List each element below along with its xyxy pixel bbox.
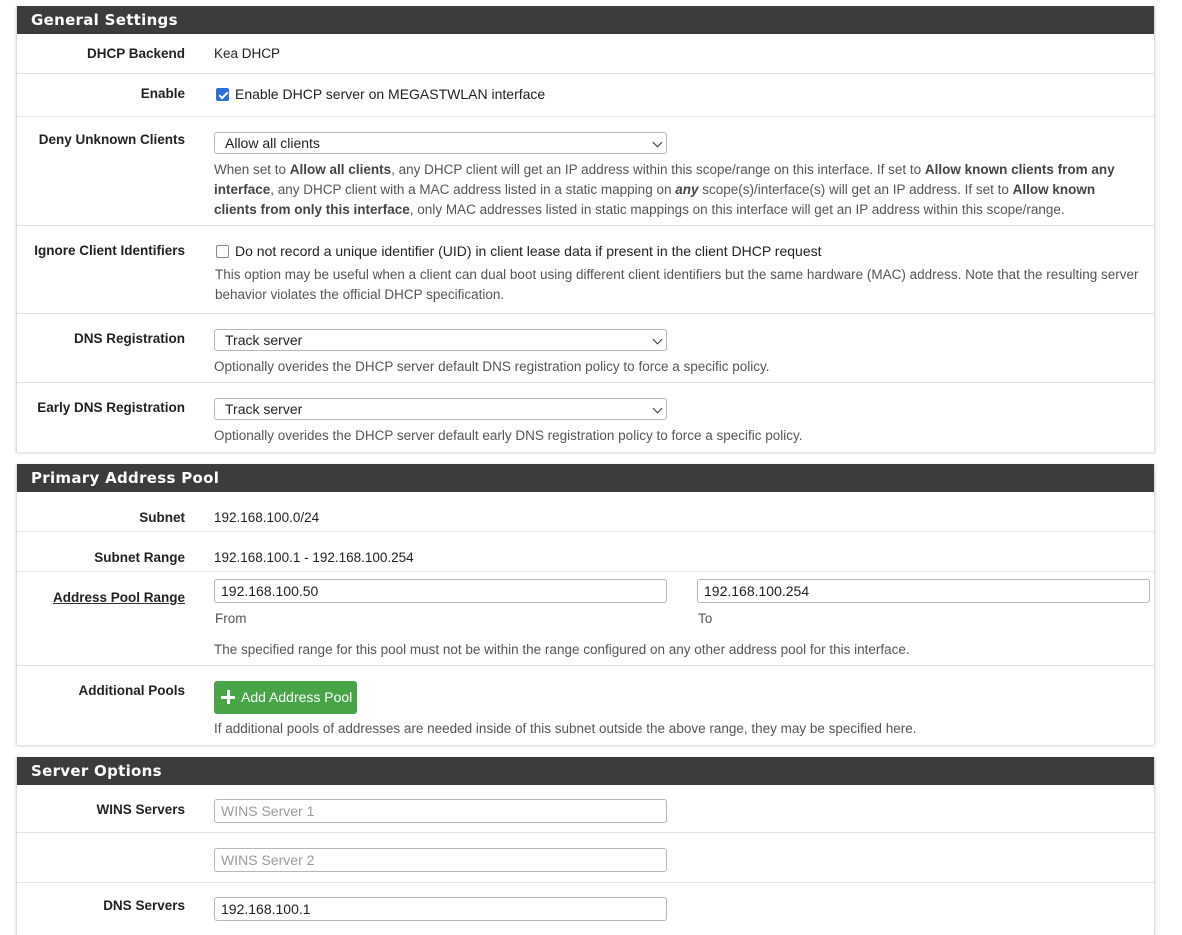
- wins-server-2-input[interactable]: WINS Server 2: [214, 848, 667, 872]
- ignore-uid-checkbox-label[interactable]: Do not record a unique identifier (UID) …: [235, 243, 822, 259]
- chevron-down-icon: [652, 137, 663, 148]
- subnet-label: Subnet: [139, 510, 185, 525]
- additional-pools-label: Additional Pools: [78, 683, 186, 698]
- server-options-panel: Server Options WINS Servers WINS Server …: [16, 757, 1155, 935]
- additional-pools-help: If additional pools of addresses are nee…: [214, 721, 917, 736]
- chevron-down-icon: [652, 334, 663, 345]
- address-pool-range-label[interactable]: Address Pool Range: [53, 590, 185, 605]
- dns-servers-label: DNS Servers: [103, 898, 185, 913]
- row-dhcp-backend: DHCP Backend Kea DHCP: [17, 34, 1154, 74]
- server-options-heading: Server Options: [17, 757, 1154, 785]
- row-early-dns-registration: Early DNS Registration Track server Opti…: [17, 383, 1154, 451]
- plus-icon: [221, 690, 235, 704]
- dns-server-1-input[interactable]: 192.168.100.1: [214, 897, 667, 921]
- general-settings-heading: General Settings: [17, 6, 1154, 34]
- dns-registration-select[interactable]: Track server: [214, 329, 667, 351]
- enable-label: Enable: [140, 86, 185, 101]
- enable-checkbox[interactable]: [216, 88, 229, 101]
- dhcp-backend-label: DHCP Backend: [86, 46, 185, 61]
- subnet-value: 192.168.100.0/24: [214, 510, 320, 525]
- row-subnet-range: Subnet Range 192.168.100.1 - 192.168.100…: [17, 532, 1154, 572]
- pool-range-from-label: From: [215, 611, 247, 626]
- pool-range-from-input[interactable]: 192.168.100.50: [214, 579, 667, 603]
- row-additional-pools: Additional Pools Add Address Pool If add…: [17, 666, 1154, 745]
- subnet-range-value: 192.168.100.1 - 192.168.100.254: [214, 550, 414, 565]
- subnet-range-label: Subnet Range: [94, 550, 185, 565]
- deny-unknown-help: When set to Allow all clients, any DHCP …: [214, 162, 1115, 217]
- deny-unknown-selected: Allow all clients: [225, 135, 320, 151]
- early-dns-registration-label: Early DNS Registration: [37, 400, 185, 415]
- add-address-pool-label: Add Address Pool: [241, 689, 353, 705]
- pool-range-to-label: To: [698, 611, 713, 626]
- pool-range-help: The specified range for this pool must n…: [214, 642, 910, 657]
- row-deny-unknown: Deny Unknown Clients Allow all clients W…: [17, 117, 1154, 226]
- primary-address-pool-panel: Primary Address Pool Subnet 192.168.100.…: [16, 464, 1155, 745]
- row-dns-registration: DNS Registration Track server Optionally…: [17, 314, 1154, 383]
- wins-servers-label: WINS Servers: [96, 802, 185, 817]
- dns-registration-label: DNS Registration: [73, 331, 185, 346]
- row-ignore-uid: Ignore Client Identifiers Do not record …: [17, 226, 1154, 314]
- deny-unknown-select[interactable]: Allow all clients: [214, 132, 667, 154]
- ignore-uid-help: This option may be useful when a client …: [215, 267, 1139, 302]
- early-dns-registration-select[interactable]: Track server: [214, 398, 667, 420]
- enable-checkbox-label[interactable]: Enable DHCP server on MEGASTWLAN interfa…: [235, 86, 545, 102]
- row-dns-servers: DNS Servers 192.168.100.1: [17, 883, 1154, 935]
- dns-registration-selected: Track server: [225, 332, 303, 348]
- deny-unknown-label: Deny Unknown Clients: [38, 132, 185, 147]
- early-dns-registration-selected: Track server: [225, 401, 303, 417]
- row-wins-servers: WINS Servers WINS Server 1: [17, 785, 1154, 833]
- pool-range-to-input[interactable]: 192.168.100.254: [697, 579, 1150, 603]
- row-wins-servers-2: WINS Server 2: [17, 833, 1154, 883]
- add-address-pool-button[interactable]: Add Address Pool: [214, 681, 357, 714]
- row-enable: Enable Enable DHCP server on MEGASTWLAN …: [17, 74, 1154, 117]
- dhcp-backend-value: Kea DHCP: [214, 46, 281, 61]
- ignore-uid-checkbox[interactable]: [216, 245, 229, 258]
- chevron-down-icon: [652, 403, 663, 414]
- general-settings-panel: General Settings DHCP Backend Kea DHCP E…: [16, 6, 1155, 452]
- dns-registration-help: Optionally overides the DHCP server defa…: [214, 359, 770, 374]
- row-address-pool-range: Address Pool Range 192.168.100.50 192.16…: [17, 572, 1154, 666]
- row-subnet: Subnet 192.168.100.0/24: [17, 492, 1154, 532]
- primary-address-pool-heading: Primary Address Pool: [17, 464, 1154, 492]
- early-dns-registration-help: Optionally overides the DHCP server defa…: [214, 428, 803, 443]
- ignore-uid-label: Ignore Client Identifiers: [34, 243, 185, 258]
- wins-server-1-input[interactable]: WINS Server 1: [214, 799, 667, 823]
